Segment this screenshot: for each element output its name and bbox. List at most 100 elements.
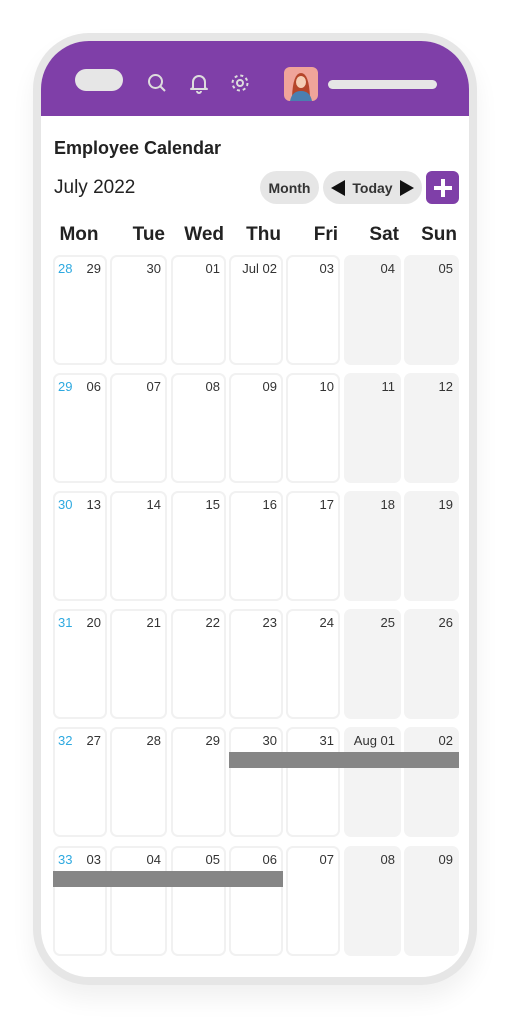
day-number: 06 bbox=[86, 379, 101, 394]
day-cell[interactable]: 04 bbox=[110, 846, 167, 956]
day-cell[interactable]: 32 27 bbox=[53, 727, 107, 837]
search-icon[interactable] bbox=[146, 72, 168, 94]
day-cell[interactable]: 29 bbox=[171, 727, 226, 837]
day-cell[interactable]: 11 bbox=[344, 373, 401, 483]
day-number: 02 bbox=[438, 733, 453, 748]
day-number: 28 bbox=[146, 733, 161, 748]
event-bar[interactable] bbox=[53, 871, 283, 887]
day-cell[interactable]: 26 bbox=[404, 609, 459, 719]
day-cell[interactable]: 01 bbox=[171, 255, 226, 365]
day-cell[interactable]: 28 29 bbox=[53, 255, 107, 365]
day-number: 24 bbox=[319, 615, 334, 630]
day-number: 30 bbox=[146, 261, 161, 276]
day-number: 07 bbox=[319, 852, 334, 867]
weekday-header: Thu bbox=[246, 224, 281, 245]
day-cell[interactable]: 19 bbox=[404, 491, 459, 601]
day-number: 14 bbox=[146, 497, 161, 512]
add-event-button[interactable] bbox=[426, 171, 459, 204]
day-cell[interactable]: 08 bbox=[344, 846, 401, 956]
gear-icon[interactable] bbox=[229, 72, 251, 94]
day-cell[interactable]: 09 bbox=[404, 846, 459, 956]
app-header bbox=[41, 41, 469, 116]
weekday-header: Tue bbox=[132, 224, 165, 245]
phone-frame: Employee Calendar July 2022 Month Today … bbox=[33, 33, 477, 985]
day-cell[interactable]: 24 bbox=[286, 609, 340, 719]
day-cell[interactable]: 18 bbox=[344, 491, 401, 601]
event-bar[interactable] bbox=[229, 752, 459, 768]
day-number: 05 bbox=[205, 852, 220, 867]
day-cell[interactable]: 15 bbox=[171, 491, 226, 601]
day-number: 09 bbox=[438, 852, 453, 867]
day-cell[interactable]: 04 bbox=[344, 255, 401, 365]
day-cell[interactable]: 02 bbox=[404, 727, 459, 837]
day-cell[interactable]: 22 bbox=[171, 609, 226, 719]
day-number: 03 bbox=[319, 261, 334, 276]
day-number: 15 bbox=[205, 497, 220, 512]
day-number: 18 bbox=[380, 497, 395, 512]
day-cell[interactable]: 31 20 bbox=[53, 609, 107, 719]
triangle-right-icon[interactable] bbox=[399, 179, 414, 196]
day-cell[interactable]: 12 bbox=[404, 373, 459, 483]
day-cell[interactable]: 25 bbox=[344, 609, 401, 719]
day-cell[interactable]: 30 bbox=[229, 727, 283, 837]
day-number: 09 bbox=[262, 379, 277, 394]
day-number: 23 bbox=[262, 615, 277, 630]
week-number: 28 bbox=[58, 261, 73, 276]
day-cell[interactable]: 29 06 bbox=[53, 373, 107, 483]
day-number: 22 bbox=[205, 615, 220, 630]
day-cell[interactable]: 03 bbox=[286, 255, 340, 365]
plus-icon bbox=[433, 178, 452, 197]
day-number: Jul 02 bbox=[242, 261, 277, 276]
day-cell[interactable]: 21 bbox=[110, 609, 167, 719]
day-cell[interactable]: 06 bbox=[229, 846, 283, 956]
day-cell[interactable]: 09 bbox=[229, 373, 283, 483]
day-number: 08 bbox=[380, 852, 395, 867]
logo-placeholder bbox=[75, 69, 123, 91]
weekday-header: Fri bbox=[313, 224, 338, 245]
day-number: 06 bbox=[262, 852, 277, 867]
day-cell[interactable]: 33 03 bbox=[53, 846, 107, 956]
day-number: 11 bbox=[381, 379, 396, 394]
day-cell[interactable]: 30 bbox=[110, 255, 167, 365]
month-view-button[interactable]: Month bbox=[260, 171, 319, 204]
day-cell[interactable]: 07 bbox=[286, 846, 340, 956]
week-number: 33 bbox=[58, 852, 73, 867]
day-cell[interactable]: 10 bbox=[286, 373, 340, 483]
page-title: Employee Calendar bbox=[54, 138, 222, 158]
day-number: 17 bbox=[319, 497, 334, 512]
day-cell[interactable]: 16 bbox=[229, 491, 283, 601]
today-button[interactable]: Today bbox=[352, 180, 392, 196]
day-cell[interactable]: 17 bbox=[286, 491, 340, 601]
day-number: 04 bbox=[380, 261, 395, 276]
day-number: 08 bbox=[205, 379, 220, 394]
day-cell[interactable]: Jul 02 bbox=[229, 255, 283, 365]
day-cell[interactable]: 05 bbox=[171, 846, 226, 956]
day-number: 20 bbox=[86, 615, 101, 630]
day-cell[interactable]: 07 bbox=[110, 373, 167, 483]
weekday-header: Wed bbox=[184, 224, 224, 245]
weekday-header: Sun bbox=[421, 224, 457, 245]
day-cell[interactable]: 28 bbox=[110, 727, 167, 837]
day-cell[interactable]: 31 bbox=[286, 727, 340, 837]
day-cell[interactable]: 05 bbox=[404, 255, 459, 365]
day-number: 19 bbox=[438, 497, 453, 512]
bell-icon[interactable] bbox=[188, 72, 210, 94]
day-number: 31 bbox=[319, 733, 334, 748]
day-number: 04 bbox=[146, 852, 161, 867]
day-cell[interactable]: 14 bbox=[110, 491, 167, 601]
day-cell[interactable]: Aug 01 bbox=[344, 727, 401, 837]
day-cell[interactable]: 30 13 bbox=[53, 491, 107, 601]
weekday-header: Mon bbox=[59, 224, 99, 245]
week-number: 32 bbox=[58, 733, 73, 748]
avatar[interactable] bbox=[284, 67, 318, 101]
triangle-left-icon[interactable] bbox=[331, 179, 345, 196]
day-number: 05 bbox=[438, 261, 453, 276]
day-number: 25 bbox=[380, 615, 395, 630]
day-number: 21 bbox=[146, 615, 161, 630]
day-number: 13 bbox=[86, 497, 101, 512]
week-number: 30 bbox=[58, 497, 73, 512]
day-cell[interactable]: 08 bbox=[171, 373, 226, 483]
day-number: 03 bbox=[86, 852, 101, 867]
day-cell[interactable]: 23 bbox=[229, 609, 283, 719]
day-number: 27 bbox=[86, 733, 101, 748]
